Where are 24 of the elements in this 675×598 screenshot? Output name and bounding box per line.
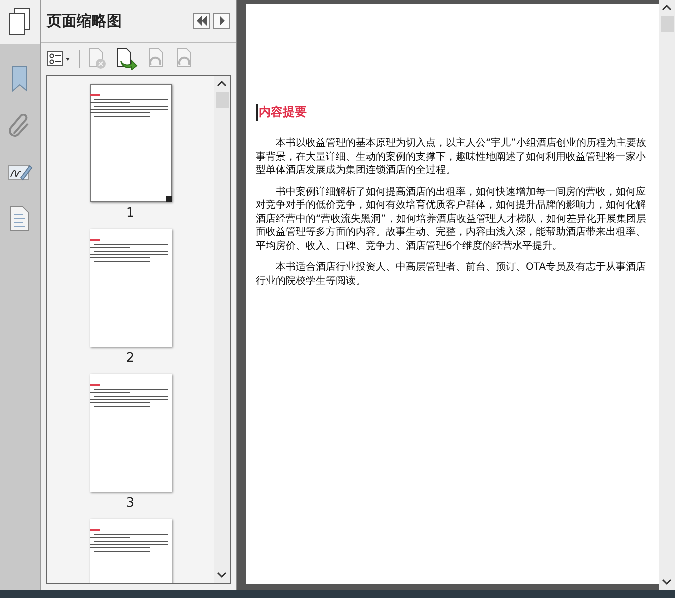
page-number: 3: [126, 496, 135, 511]
options-button[interactable]: [47, 51, 71, 67]
document-paragraph: 本书以收益管理的基本原理为切入点，以主人公“宇儿”小组酒店创业的历程为主要故事背景，在大量详细、生动的案例的支撑下，趣味性地阐述了如何利用收益管理将一家小型单体酒店发展成为集团连锁酒店的全过程。: [256, 137, 647, 178]
insert-page-button[interactable]: [116, 48, 138, 70]
page-thumbnail[interactable]: [90, 374, 172, 492]
document-paragraph: 本书适合酒店行业投资人、中高层管理者、前台、预订、OTA专员及有志于从事酒店行业的院校学生等阅读。: [256, 261, 647, 288]
double-left-icon: [196, 16, 208, 26]
resize-handle[interactable]: [166, 196, 172, 202]
page-number: 1: [126, 206, 135, 221]
right-arrow-icon: [218, 16, 226, 26]
scroll-thumb[interactable]: [216, 92, 228, 108]
collapse-button[interactable]: [193, 13, 210, 29]
page-thumbnail[interactable]: [90, 229, 172, 347]
document-paragraph: 书中案例详细解析了如何提高酒店的出租率，如何快速增加每一间房的营收，如何应对竞争对手的低价竞争，如何有效培育优质客户群体，如何提升品牌的影响力，如何化解酒店经营中的“营收流失黑洞”，如何培养酒店收益管理人才梯队，如何差异化开展集团层面收益管理等多方面的内容。故事生动、完整，内容由浅入深，能帮助酒店带来出租率、平均房价、收入、口碑、竞争力、酒店管理6个维度的经营水平提升。: [256, 186, 647, 253]
pages-icon[interactable]: [8, 8, 32, 36]
document-heading: 内容提要: [256, 104, 647, 121]
scroll-thumb[interactable]: [660, 16, 674, 32]
scrollbar[interactable]: [659, 0, 675, 590]
page-thumbnail[interactable]: [90, 84, 172, 202]
document-icon[interactable]: [9, 206, 31, 232]
scrollbar[interactable]: [214, 76, 230, 583]
page-number: 2: [126, 351, 135, 366]
panel-title: 页面缩略图: [47, 12, 123, 30]
expand-button[interactable]: [213, 13, 230, 29]
